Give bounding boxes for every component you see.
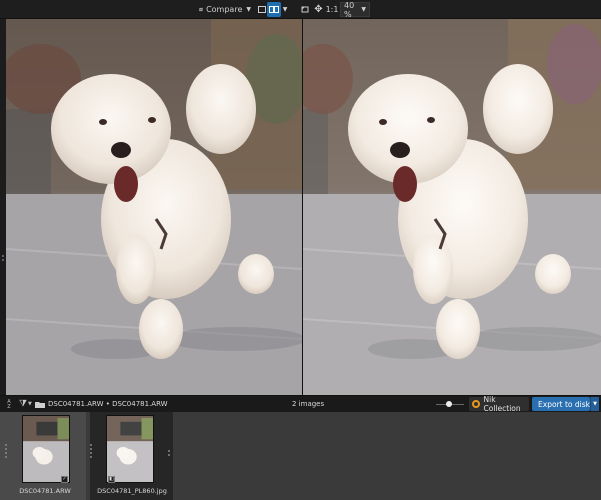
export-to-disk-button[interactable]: Export to disk [532, 397, 590, 411]
thumbnail-filename: DSC04781.ARW [19, 487, 71, 495]
single-view-icon [257, 6, 266, 13]
zoom-1to1-button[interactable]: 1:1 [326, 2, 339, 17]
checkmark-icon[interactable]: ✓ [61, 476, 68, 483]
export-options-chevron[interactable]: ▼ [590, 397, 599, 411]
filmstrip-item[interactable]: ◧ DSC04781_PL860.jpg [90, 412, 173, 500]
thumbnail-image [106, 415, 154, 483]
folder-path-breadcrumb[interactable]: DSC04781.ARW • DSC04781.ARW [48, 400, 168, 408]
compare-dropdown[interactable]: Compare ▼ [196, 2, 254, 17]
drag-handle-icon[interactable] [168, 450, 171, 458]
thumbnail-image [22, 415, 70, 483]
nik-collection-label: Nik Collection [483, 395, 521, 413]
dog-photo-edited [303, 19, 601, 395]
image-pane-edited[interactable] [303, 19, 601, 395]
sort-label-bottom: Z [7, 403, 11, 410]
single-view-button[interactable] [256, 2, 267, 17]
compare-label: Compare [206, 5, 243, 14]
move-icon: ✥ [314, 4, 323, 15]
chevron-down-icon: ▼ [282, 6, 288, 13]
crop-button[interactable] [300, 2, 311, 17]
drag-handle-icon[interactable] [5, 444, 8, 460]
crop-icon [301, 6, 309, 13]
thumbnail-photo [23, 416, 69, 482]
compare-icon [199, 7, 204, 12]
filmstrip-toolbar: A Z ⧩ ▼ DSC04781.ARW • DSC04781.ARW 2 im… [0, 395, 601, 413]
filmstrip-item[interactable]: ✓ DSC04781.ARW [0, 412, 86, 500]
nik-collection-button[interactable]: Nik Collection [469, 395, 529, 413]
thumbnail-filename: DSC04781_PL860.jpg [97, 487, 167, 495]
chevron-down-icon[interactable]: ▼ [28, 401, 32, 407]
folder-icon [35, 402, 45, 408]
chevron-down-icon: ▼ [593, 401, 597, 407]
jpeg-badge-icon: ◧ [108, 476, 115, 483]
zoom-level-dropdown[interactable]: 40 % ▼ [340, 0, 370, 19]
side-by-side-icon [269, 6, 279, 13]
chevron-down-icon: ▼ [246, 6, 251, 13]
dog-photo-original [6, 19, 302, 395]
image-pane-original[interactable] [6, 19, 302, 395]
drag-handle-icon[interactable] [90, 444, 93, 460]
chevron-down-icon: ▼ [361, 6, 366, 13]
sort-button[interactable]: A Z [4, 398, 14, 411]
filter-icon[interactable]: ⧩ [19, 399, 27, 409]
zoom-level-value: 40 % [344, 0, 355, 19]
thumbnail-size-slider-knob[interactable] [446, 401, 452, 407]
view-mode-chevron[interactable]: ▼ [281, 2, 289, 17]
pan-button[interactable]: ✥ [313, 2, 324, 17]
export-to-disk-label: Export to disk [538, 399, 590, 409]
rail-handle-dot [2, 255, 4, 257]
nik-ring-icon [472, 400, 480, 408]
rail-handle-dot [2, 259, 4, 261]
side-by-side-view-button[interactable] [267, 2, 281, 17]
filmstrip: ✓ DSC04781.ARW ◧ DSC04781_PL860.jpg [0, 412, 601, 500]
image-count: 2 images [292, 400, 325, 408]
top-toolbar: Compare ▼ ▼ ✥ 1:1 40 % ▼ [0, 0, 601, 19]
thumbnail-photo [107, 416, 153, 482]
